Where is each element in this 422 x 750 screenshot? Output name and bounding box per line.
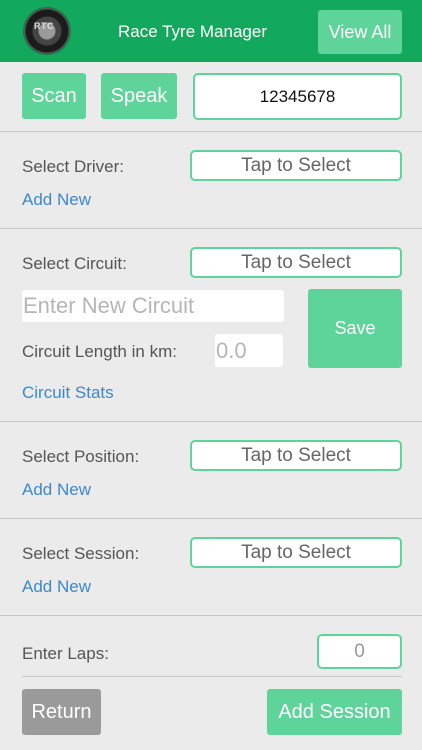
return-button[interactable]: Return (22, 689, 101, 735)
divider (0, 421, 422, 422)
circuit-length-label: Circuit Length in km: (22, 342, 177, 361)
add-position-link[interactable]: Add New (22, 480, 91, 500)
speak-button[interactable]: Speak (101, 73, 177, 119)
app-title: Race Tyre Manager (118, 22, 267, 41)
tyre-logo-icon: RTC (24, 8, 70, 54)
circuit-label: Select Circuit: (22, 254, 127, 273)
add-driver-link[interactable]: Add New (22, 190, 91, 210)
new-circuit-input[interactable]: Enter New Circuit (22, 290, 284, 322)
divider (0, 518, 422, 519)
driver-select[interactable]: Tap to Select (190, 150, 402, 181)
view-all-button[interactable]: View All (318, 10, 402, 54)
scan-button[interactable]: Scan (22, 73, 86, 119)
logo-text: RTC (34, 21, 54, 31)
divider (0, 228, 422, 229)
session-label: Select Session: (22, 544, 140, 563)
add-session-button[interactable]: Add Session (267, 689, 402, 735)
driver-label: Select Driver: (22, 157, 125, 176)
add-session-link[interactable]: Add New (22, 577, 91, 597)
circuit-stats-link[interactable]: Circuit Stats (22, 383, 114, 403)
divider (0, 615, 422, 616)
circuit-length-input[interactable]: 0.0 (215, 334, 283, 367)
app-bar: RTC Race Tyre Manager View All (0, 0, 422, 62)
divider (22, 676, 402, 677)
laps-input[interactable]: 0 (317, 634, 402, 669)
divider (0, 131, 422, 132)
position-select[interactable]: Tap to Select (190, 440, 402, 471)
save-circuit-button[interactable]: Save (308, 289, 402, 368)
serial-number-field[interactable]: 12345678 (193, 73, 402, 120)
session-select[interactable]: Tap to Select (190, 537, 402, 568)
laps-label: Enter Laps: (22, 644, 109, 663)
position-label: Select Position: (22, 447, 140, 466)
circuit-select[interactable]: Tap to Select (190, 247, 402, 278)
